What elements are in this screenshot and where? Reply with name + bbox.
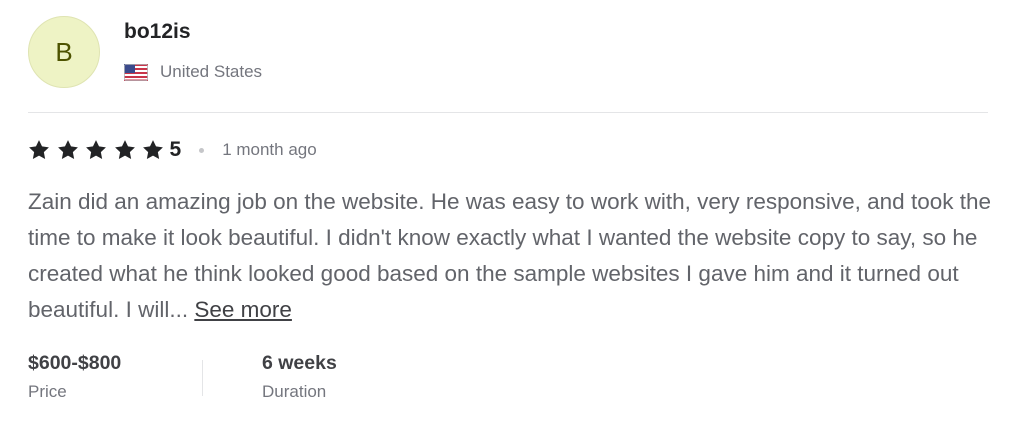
duration-label: Duration: [262, 382, 327, 401]
duration-value: 6 weeks: [262, 352, 337, 374]
star-icon: [29, 140, 49, 159]
see-more-link[interactable]: See more: [194, 297, 292, 322]
reviewer-username[interactable]: bo12is: [124, 20, 191, 44]
detail-divider: [202, 360, 203, 396]
rating-row: 5 1 month ago: [28, 137, 317, 163]
reviewer-country: United States: [160, 62, 263, 81]
star-icon: [143, 140, 163, 159]
separator-dot: [199, 147, 205, 153]
duration-detail: 6 weeks Duration: [262, 350, 337, 402]
price-detail: $600-$800 Price: [28, 350, 121, 402]
us-flag-icon: [124, 63, 148, 81]
rating-value: 5: [169, 138, 182, 161]
header-divider: [28, 112, 988, 113]
star-icon: [86, 140, 106, 159]
avatar-initial: B: [55, 36, 73, 67]
reviewer-country-row: United States: [124, 62, 262, 82]
price-label: Price: [28, 382, 67, 401]
price-value: $600-$800: [28, 352, 122, 374]
avatar[interactable]: B: [28, 16, 100, 88]
review-text: Zain did an amazing job on the website. …: [28, 189, 992, 322]
review-card: B bo12is United States 5 1 month ago Zai…: [0, 0, 1009, 427]
review-time-ago: 1 month ago: [222, 140, 317, 159]
review-body: Zain did an amazing job on the website. …: [28, 184, 998, 328]
star-rating: [28, 139, 171, 161]
star-icon: [57, 140, 78, 159]
star-icon: [114, 140, 135, 159]
